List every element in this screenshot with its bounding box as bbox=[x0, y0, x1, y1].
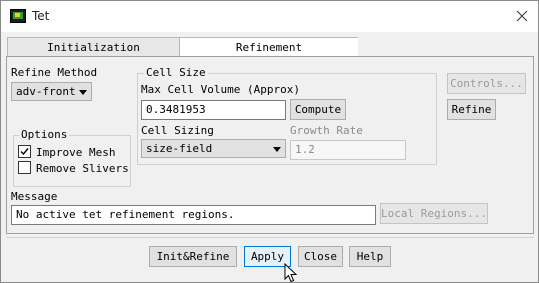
title-bar[interactable]: Tet bbox=[1, 1, 538, 32]
tet-dialog: Tet Initialization Refinement Refine Met… bbox=[0, 0, 539, 283]
chevron-down-icon bbox=[79, 90, 87, 95]
improve-mesh-label: Improve Mesh bbox=[36, 146, 116, 159]
options-title: Options bbox=[19, 128, 70, 141]
refine-method-value: adv-front bbox=[16, 85, 76, 98]
cell-sizing-value: size-field bbox=[146, 142, 213, 155]
close-button[interactable]: Close bbox=[298, 246, 343, 267]
refine-button[interactable]: Refine bbox=[447, 99, 496, 120]
remove-slivers-label: Remove Slivers bbox=[36, 162, 129, 175]
refine-method-label: Refine Method bbox=[11, 66, 98, 79]
help-button[interactable]: Help bbox=[349, 246, 391, 267]
chevron-down-icon bbox=[273, 147, 281, 152]
controls-button[interactable]: Controls... bbox=[447, 73, 526, 94]
mesh-app-icon bbox=[10, 9, 26, 23]
compute-button[interactable]: Compute bbox=[290, 99, 346, 120]
max-cell-volume-input[interactable]: 0.3481953 bbox=[141, 100, 286, 120]
window-title: Tet bbox=[32, 9, 50, 23]
mouse-pointer-icon bbox=[284, 263, 298, 283]
remove-slivers-checkbox[interactable] bbox=[18, 161, 31, 174]
local-regions-button[interactable]: Local Regions... bbox=[380, 203, 488, 224]
close-icon[interactable] bbox=[510, 5, 534, 27]
max-cell-volume-label: Max Cell Volume (Approx) bbox=[141, 83, 300, 96]
tab-strip: Initialization Refinement bbox=[7, 37, 533, 57]
cell-sizing-dropdown[interactable]: size-field bbox=[141, 139, 286, 158]
divider bbox=[6, 237, 534, 238]
init-refine-button[interactable]: Init&Refine bbox=[149, 246, 237, 267]
refine-method-dropdown[interactable]: adv-front bbox=[11, 82, 92, 101]
cell-sizing-label: Cell Sizing bbox=[141, 124, 214, 137]
growth-rate-input[interactable]: 1.2 bbox=[290, 140, 406, 160]
tab-refinement[interactable]: Refinement bbox=[179, 37, 359, 57]
message-field: No active tet refinement regions. bbox=[11, 205, 376, 225]
checkmark-icon bbox=[20, 148, 29, 156]
improve-mesh-checkbox[interactable] bbox=[18, 145, 31, 158]
growth-rate-label: Growth Rate bbox=[290, 124, 363, 137]
message-label: Message bbox=[11, 190, 58, 203]
refinement-panel: Refine Method adv-front Options Improve … bbox=[6, 56, 534, 234]
tab-initialization[interactable]: Initialization bbox=[7, 37, 180, 57]
cell-size-title: Cell Size bbox=[144, 66, 208, 79]
